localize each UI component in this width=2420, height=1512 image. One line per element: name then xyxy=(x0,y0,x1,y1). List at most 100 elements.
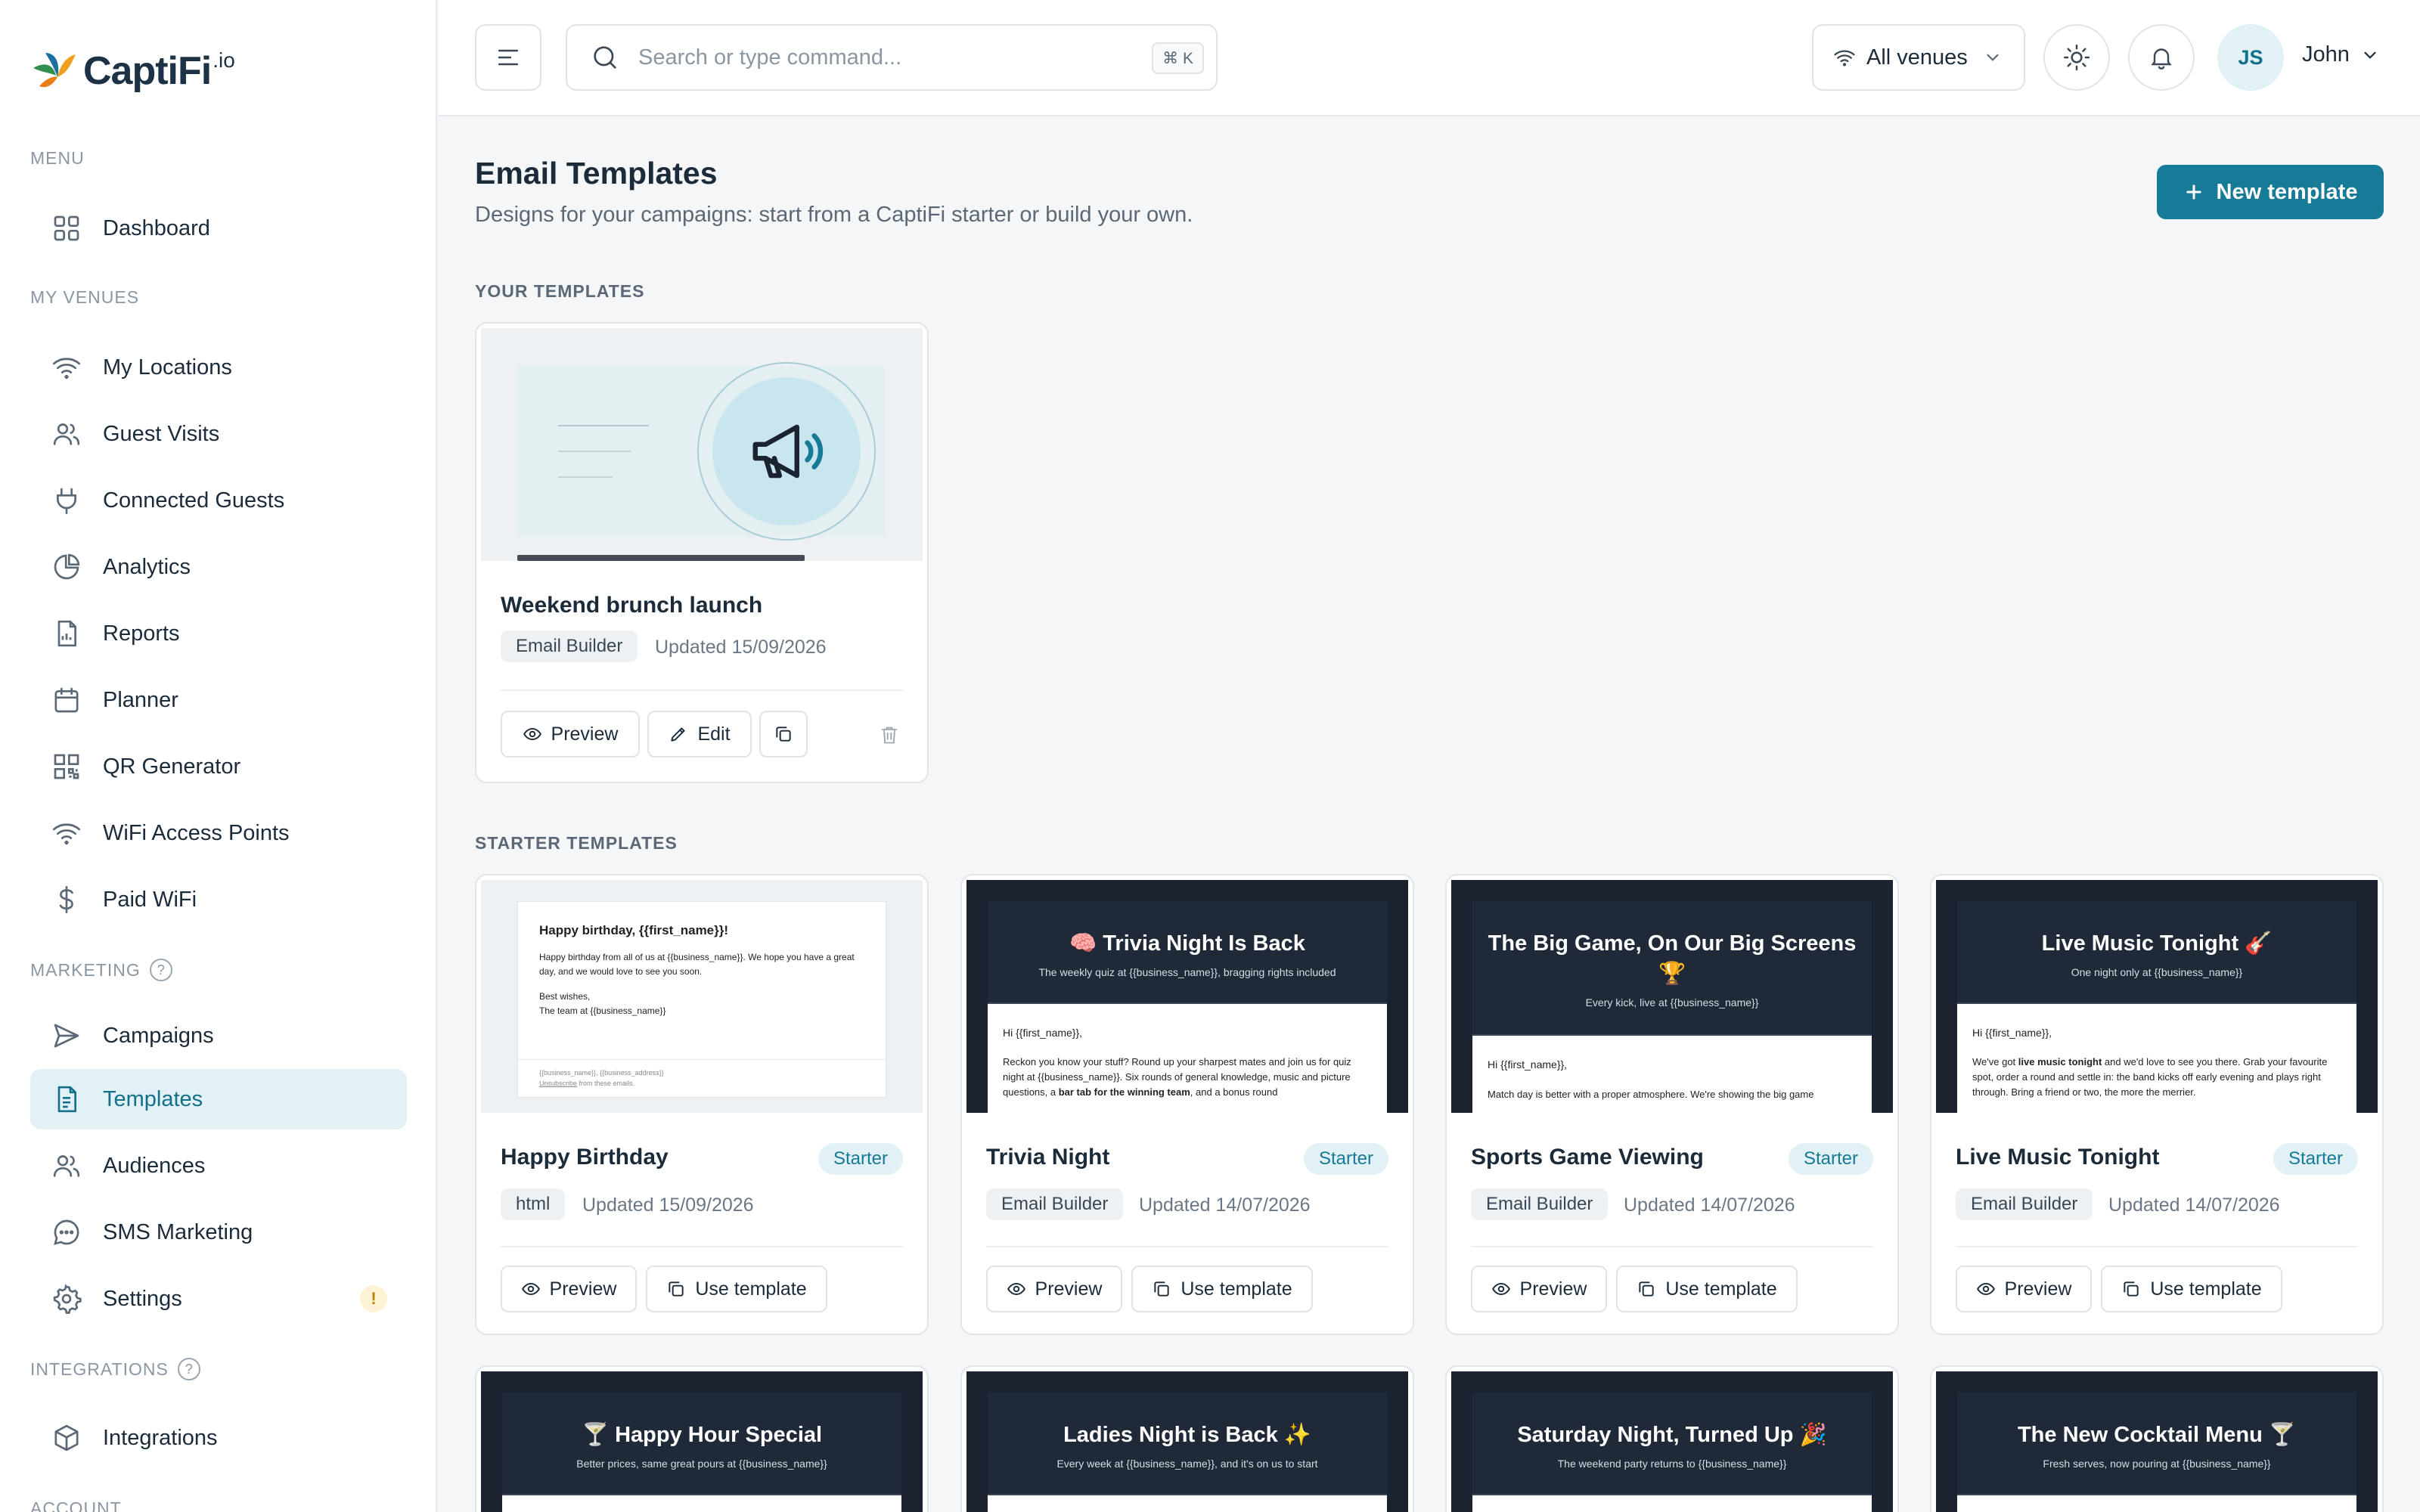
search-input[interactable]: Search or type command... ⌘ K xyxy=(566,24,1218,91)
template-card-weekend-brunch[interactable]: Weekend brunch launch Email Builder Upda… xyxy=(475,322,929,783)
pie-chart-icon xyxy=(50,550,83,584)
account-label-text: ACCOUNT xyxy=(30,1498,122,1512)
email-header: Live Music Tonight 🎸 One night only at {… xyxy=(1957,901,2356,1004)
email-tagline: One night only at {{business_name}} xyxy=(2071,966,2243,978)
sidebar-item-connected-guests[interactable]: Connected Guests xyxy=(30,470,407,531)
sidebar-item-audiences[interactable]: Audiences xyxy=(30,1136,407,1196)
sidebar-item-wifi-access-points[interactable]: WiFi Access Points xyxy=(30,803,407,863)
sidebar-item-reports[interactable]: Reports xyxy=(30,603,407,664)
bell-icon xyxy=(2148,44,2175,71)
user-name: John xyxy=(2302,42,2350,67)
starter-card-ladies-night[interactable]: Ladies Night is Back ✨ Every week at {{b… xyxy=(960,1365,1414,1512)
card-divider xyxy=(1956,1246,2358,1247)
template-thumbnail[interactable] xyxy=(481,328,923,561)
sidebar-item-templates[interactable]: Templates xyxy=(30,1069,407,1129)
template-thumbnail[interactable]: The New Cocktail Menu 🍸 Fresh serves, no… xyxy=(1936,1371,2378,1512)
notifications-button[interactable] xyxy=(2128,24,2195,91)
sidebar-item-label: Planner xyxy=(103,687,178,712)
edit-button[interactable]: Edit xyxy=(647,711,752,758)
duplicate-button[interactable] xyxy=(759,711,808,758)
new-template-button[interactable]: New template xyxy=(2157,165,2384,219)
email-body xyxy=(1472,1495,1872,1512)
sidebar-item-qr-generator[interactable]: QR Generator xyxy=(30,736,407,797)
preview-button[interactable]: Preview xyxy=(501,711,640,758)
sidebar-item-label: Reports xyxy=(103,621,180,646)
template-thumbnail[interactable]: Live Music Tonight 🎸 One night only at {… xyxy=(1936,880,2378,1113)
preview-button[interactable]: Preview xyxy=(501,1266,637,1312)
eye-icon xyxy=(521,1279,541,1299)
email-heading: Saturday Night, Turned Up 🎉 xyxy=(1517,1423,1827,1447)
starter-card-live-music-tonight[interactable]: Live Music Tonight 🎸 One night only at {… xyxy=(1930,874,2384,1335)
use-template-button[interactable]: Use template xyxy=(1131,1266,1313,1312)
user-menu[interactable]: John xyxy=(2302,42,2380,67)
email-tagline: Every kick, live at {{business_name}} xyxy=(1585,996,1759,1009)
sidebar-item-label: Audiences xyxy=(103,1153,206,1178)
email-body: Hi {{first_name}}, Match day is better w… xyxy=(1472,1036,1872,1113)
sidebar-item-planner[interactable]: Planner xyxy=(30,670,407,730)
theme-toggle-button[interactable] xyxy=(2043,24,2110,91)
template-name: Happy Birthday xyxy=(501,1145,669,1170)
sidebar-toggle-button[interactable] xyxy=(475,24,541,91)
eye-icon xyxy=(1007,1279,1026,1299)
template-type-chip: Email Builder xyxy=(986,1188,1124,1220)
email-header: The New Cocktail Menu 🍸 Fresh serves, no… xyxy=(1957,1393,2356,1495)
brand-logo[interactable]: CaptiFi .io xyxy=(30,45,235,97)
sidebar-item-paid-wifi[interactable]: Paid WiFi xyxy=(30,869,407,930)
starter-card-trivia-night[interactable]: 🧠 Trivia Night Is Back The weekly quiz a… xyxy=(960,874,1414,1335)
email-body: Hi {{first_name}}, We've got live music … xyxy=(1957,1004,2356,1113)
integrations-section-label: INTEGRATIONS? xyxy=(30,1358,200,1380)
sidebar-item-settings[interactable]: Settings ! xyxy=(30,1269,407,1329)
wifi-icon xyxy=(50,351,83,384)
email-header: Ladies Night is Back ✨ Every week at {{b… xyxy=(988,1393,1387,1495)
use-template-button[interactable]: Use template xyxy=(1616,1266,1798,1312)
template-name: Trivia Night xyxy=(986,1145,1110,1170)
starter-badge: Starter xyxy=(818,1143,903,1175)
sidebar-item-integrations[interactable]: Integrations xyxy=(30,1408,407,1468)
template-updated: Updated 14/07/2026 xyxy=(1624,1194,1795,1216)
use-template-button[interactable]: Use template xyxy=(646,1266,827,1312)
template-thumbnail[interactable]: Happy birthday, {{first_name}}! Happy bi… xyxy=(481,880,923,1113)
email-preview: Saturday Night, Turned Up 🎉 The weekend … xyxy=(1451,1371,1893,1512)
sidebar-item-label: SMS Marketing xyxy=(103,1219,253,1244)
use-template-button[interactable]: Use template xyxy=(2101,1266,2282,1312)
venue-selector[interactable]: All venues xyxy=(1812,24,2025,91)
template-thumbnail[interactable]: 🧠 Trivia Night Is Back The weekly quiz a… xyxy=(966,880,1408,1113)
template-thumbnail[interactable]: 🍸 Happy Hour Special Better prices, same… xyxy=(481,1371,923,1512)
template-thumbnail[interactable]: Saturday Night, Turned Up 🎉 The weekend … xyxy=(1451,1371,1893,1512)
starter-card-cocktail-menu[interactable]: The New Cocktail Menu 🍸 Fresh serves, no… xyxy=(1930,1365,2384,1512)
avatar[interactable]: JS xyxy=(2217,24,2284,91)
edit-label: Edit xyxy=(697,723,731,745)
template-thumbnail[interactable]: The Big Game, On Our Big Screens 🏆 Every… xyxy=(1451,880,1893,1113)
preview-button[interactable]: Preview xyxy=(1956,1266,2092,1312)
preview-button[interactable]: Preview xyxy=(1471,1266,1607,1312)
sidebar-item-campaigns[interactable]: Campaigns xyxy=(30,1005,407,1066)
help-icon[interactable]: ? xyxy=(149,959,172,981)
preview-button[interactable]: Preview xyxy=(986,1266,1122,1312)
email-body: Happy birthday from all of us at {{busin… xyxy=(539,952,855,977)
template-type-chip: Email Builder xyxy=(1956,1188,2093,1220)
email-greeting: Hi {{first_name}}, xyxy=(1488,1058,1568,1070)
help-icon[interactable]: ? xyxy=(177,1358,200,1380)
starter-badge: Starter xyxy=(2273,1143,2358,1175)
sidebar-item-guest-visits[interactable]: Guest Visits xyxy=(30,404,407,464)
email-heading: Happy birthday, {{first_name}}! xyxy=(539,923,729,937)
sidebar-item-my-locations[interactable]: My Locations xyxy=(30,337,407,398)
delete-button[interactable] xyxy=(873,718,906,751)
email-body-text: We've got xyxy=(1972,1056,2018,1067)
email-greeting: Hi {{first_name}}, xyxy=(1972,1027,2052,1039)
email-body xyxy=(988,1495,1387,1512)
starter-card-saturday-night[interactable]: Saturday Night, Turned Up 🎉 The weekend … xyxy=(1445,1365,1899,1512)
sidebar-item-dashboard[interactable]: Dashboard xyxy=(30,198,407,259)
sidebar-item-analytics[interactable]: Analytics xyxy=(30,537,407,597)
card-divider xyxy=(1471,1246,1873,1247)
venues-label-text: MY VENUES xyxy=(30,287,140,307)
sidebar-item-sms-marketing[interactable]: SMS Marketing xyxy=(30,1202,407,1263)
starter-card-happy-hour-special[interactable]: 🍸 Happy Hour Special Better prices, same… xyxy=(475,1365,929,1512)
starter-card-happy-birthday[interactable]: Happy birthday, {{first_name}}! Happy bi… xyxy=(475,874,929,1335)
starter-card-sports-game-viewing[interactable]: The Big Game, On Our Big Screens 🏆 Every… xyxy=(1445,874,1899,1335)
chevron-down-icon xyxy=(1983,48,2003,67)
email-heading: Ladies Night is Back ✨ xyxy=(1063,1423,1311,1447)
template-thumbnail[interactable]: Ladies Night is Back ✨ Every week at {{b… xyxy=(966,1371,1408,1512)
preview-label: Preview xyxy=(1035,1278,1103,1300)
template-updated: Updated 14/07/2026 xyxy=(1139,1194,1311,1216)
